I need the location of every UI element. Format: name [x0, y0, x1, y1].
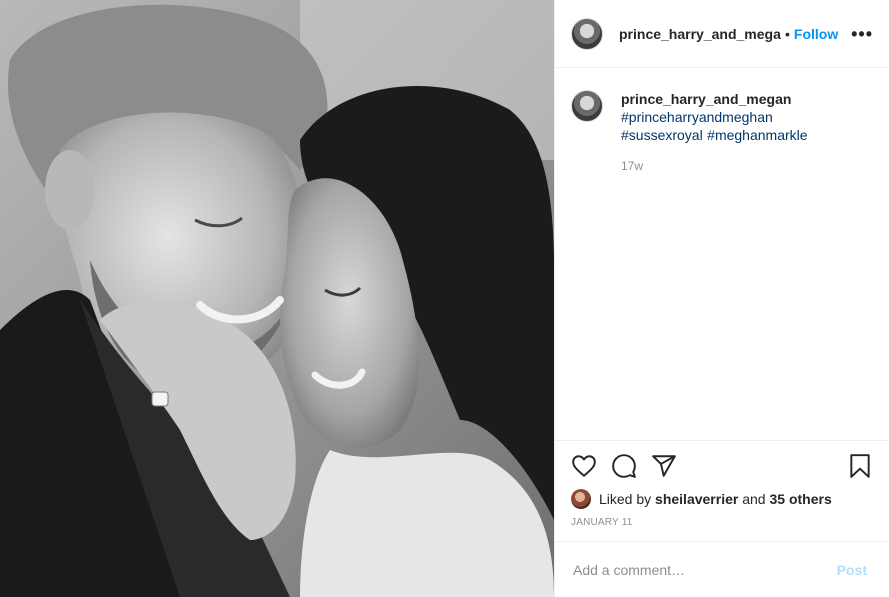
caption-avatar[interactable] [571, 90, 603, 122]
more-options-icon[interactable]: ••• [851, 25, 873, 43]
likes-summary: Liked by sheilaverrier and 35 others [571, 489, 873, 509]
follow-button[interactable]: Follow [794, 26, 838, 42]
couple-photo [0, 0, 554, 597]
post-actions: Liked by sheilaverrier and 35 others JAN… [555, 440, 889, 541]
likes-prefix: Liked by [599, 491, 652, 507]
header-separator: • [785, 25, 790, 42]
share-icon[interactable] [651, 453, 677, 479]
add-comment-section: Post [555, 541, 889, 597]
likes-others-link[interactable]: 35 others [769, 490, 831, 508]
hashtag-link[interactable]: #sussexroyal [621, 127, 703, 143]
post-photo[interactable] [0, 0, 554, 597]
avatar[interactable] [571, 17, 603, 50]
liker-username[interactable]: sheilaverrier [655, 490, 738, 508]
comment-input[interactable] [571, 560, 831, 579]
heart-icon[interactable] [571, 453, 597, 479]
hashtag-link[interactable]: #princeharryandmeghan [621, 108, 808, 126]
liker-avatar[interactable] [571, 489, 591, 509]
post-header: prince_harry_and_megan • Follow ••• [555, 0, 889, 68]
instagram-post: prince_harry_and_megan • Follow ••• prin… [0, 0, 889, 597]
caption-area: prince_harry_and_megan #princeharryandme… [555, 68, 889, 440]
post-date[interactable]: JANUARY 11 [571, 517, 873, 528]
bookmark-icon[interactable] [847, 453, 873, 479]
caption-body: prince_harry_and_megan #princeharryandme… [621, 90, 808, 440]
post-comment-button[interactable]: Post [831, 561, 873, 579]
likes-and: and [742, 491, 766, 507]
post-side-panel: prince_harry_and_megan • Follow ••• prin… [554, 0, 889, 597]
comment-icon[interactable] [611, 453, 637, 479]
hashtag-link[interactable]: #meghanmarkle [707, 127, 807, 143]
header-username[interactable]: prince_harry_and_megan [619, 26, 781, 42]
caption-timestamp[interactable]: 17w [621, 159, 808, 173]
caption-username[interactable]: prince_harry_and_megan [621, 90, 808, 108]
action-icons [571, 453, 873, 479]
